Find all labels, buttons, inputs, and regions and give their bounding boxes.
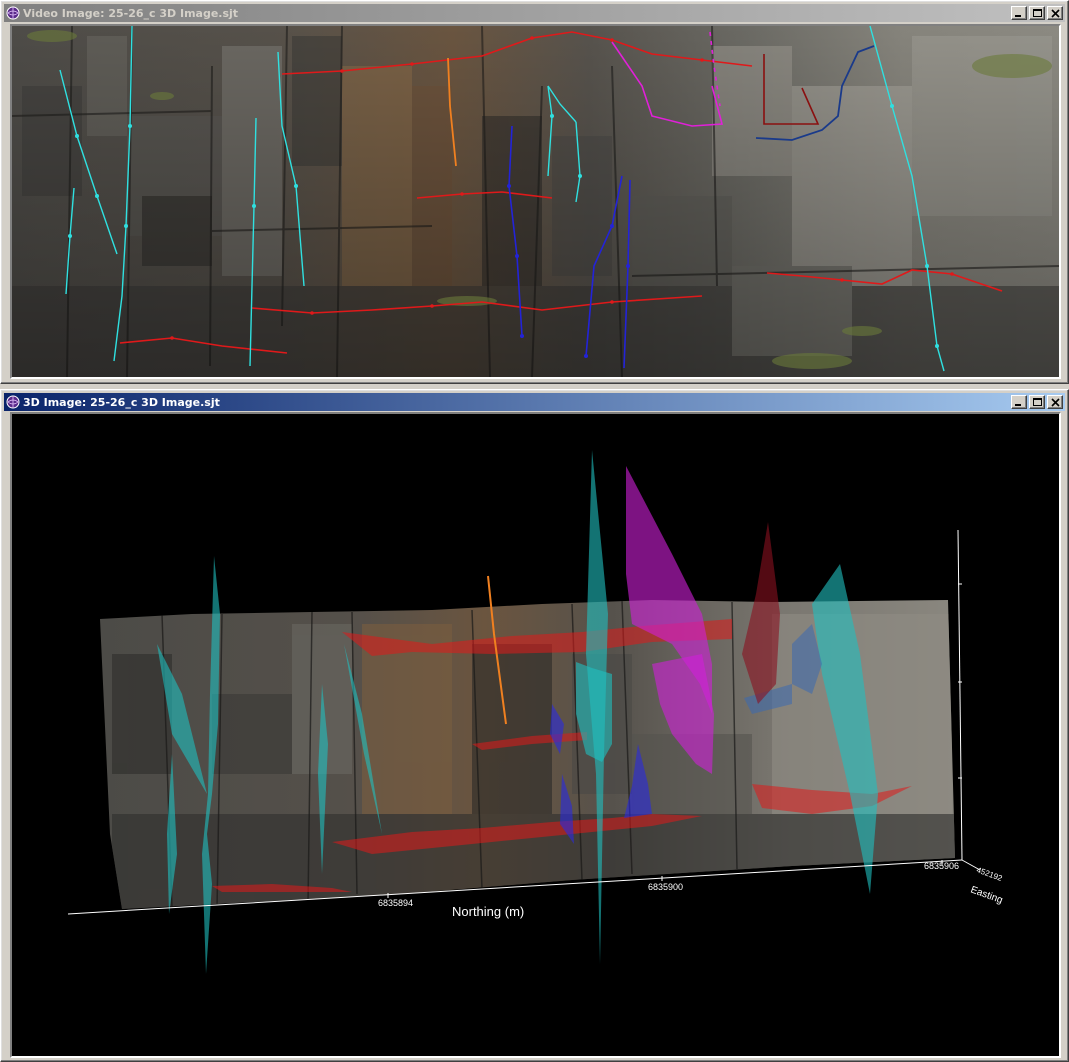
minimize-button[interactable] (1011, 395, 1027, 409)
close-icon (1051, 9, 1060, 18)
maximize-icon (1033, 9, 1042, 17)
three-d-viewport[interactable]: 6835894 6835900 6835906 Northing (m) Eas… (10, 412, 1061, 1058)
three-d-window-titlebar[interactable]: 3D Image: 25-26_c 3D Image.sjt (4, 393, 1065, 411)
northing-tick-2: 6835900 (648, 882, 683, 892)
rock-face-photo (12, 26, 1059, 377)
maximize-icon (1033, 398, 1042, 406)
maximize-button[interactable] (1029, 6, 1045, 20)
three-d-window-title: 3D Image: 25-26_c 3D Image.sjt (23, 395, 220, 409)
close-button[interactable] (1047, 395, 1063, 409)
video-window-title: Video Image: 25-26_c 3D Image.sjt (23, 6, 239, 20)
video-image-window[interactable]: Video Image: 25-26_c 3D Image.sjt (0, 0, 1069, 384)
close-button[interactable] (1047, 6, 1063, 20)
northing-axis-label: Northing (m) (452, 904, 524, 919)
minimize-icon (1015, 15, 1021, 17)
minimize-icon (1015, 404, 1021, 406)
video-window-titlebar[interactable]: Video Image: 25-26_c 3D Image.sjt (4, 4, 1065, 22)
three-d-scene: 6835894 6835900 6835906 Northing (m) Eas… (67, 450, 1004, 974)
northing-tick-3: 6835906 (924, 861, 959, 871)
three-d-image-window[interactable]: 3D Image: 25-26_c 3D Image.sjt 6835894 6… (0, 389, 1069, 1062)
northing-tick-1: 6835894 (378, 898, 413, 908)
easting-tick: 452192 (975, 865, 1004, 883)
close-icon (1051, 398, 1060, 407)
maximize-button[interactable] (1029, 395, 1045, 409)
app-globe-icon (6, 395, 20, 409)
video-image-canvas[interactable] (10, 24, 1061, 379)
easting-axis-label: Easting (969, 884, 1004, 906)
app-globe-icon (6, 6, 20, 20)
minimize-button[interactable] (1011, 6, 1027, 20)
